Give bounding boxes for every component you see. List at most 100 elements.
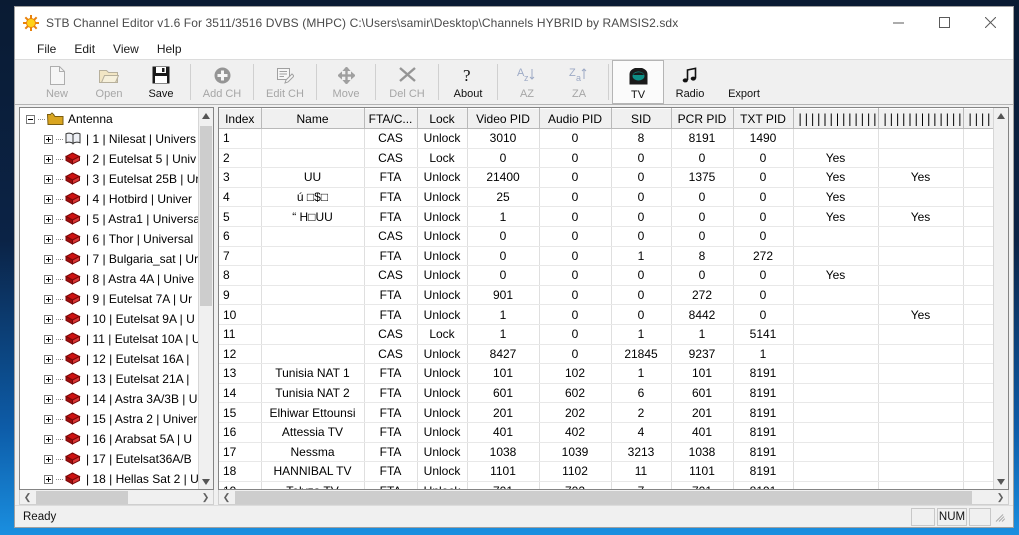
cell-pcr-pid[interactable]: 1375 xyxy=(671,167,734,188)
cell-unknown-2[interactable] xyxy=(878,461,964,482)
cell-unknown-3[interactable]: Yes xyxy=(963,304,993,325)
cell-name[interactable] xyxy=(261,148,365,169)
cell-fta-cas[interactable]: FTA xyxy=(364,304,418,325)
tree-item-satellite-9[interactable]: | 9 | Eutelsat 7A | Ur xyxy=(20,289,198,309)
cell-lock[interactable]: Unlock xyxy=(417,481,468,489)
cell-name[interactable] xyxy=(261,285,365,306)
cell-audio-pid[interactable]: 0 xyxy=(539,285,612,306)
expand-plus-icon[interactable] xyxy=(44,414,53,424)
expand-plus-icon[interactable] xyxy=(44,154,53,164)
tree-scroll-thumb[interactable] xyxy=(200,126,212,306)
column-header-unknown-3[interactable]: |||||||||||||||. xyxy=(963,108,993,129)
cell-pcr-pid[interactable]: 8442 xyxy=(671,304,734,325)
cell-unknown-2[interactable] xyxy=(878,402,964,423)
tree-item-satellite-7[interactable]: | 7 | Bulgaria_sat | Ur xyxy=(20,249,198,269)
toolbar-save-button[interactable]: Save xyxy=(135,60,187,104)
cell-unknown-1[interactable] xyxy=(793,344,879,365)
cell-unknown-3[interactable] xyxy=(963,422,993,443)
expand-plus-icon[interactable] xyxy=(44,434,53,444)
cell-video-pid[interactable]: 201 xyxy=(467,402,540,423)
table-row[interactable]: 18 HANNIBAL TV FTA Unlock 1101 1102 11 1101 8191 xyxy=(219,461,993,482)
tree-item-satellite-14[interactable]: | 14 | Astra 3A/3B | U xyxy=(20,389,198,409)
cell-unknown-3[interactable] xyxy=(963,226,993,247)
cell-unknown-3[interactable] xyxy=(963,481,993,489)
cell-video-pid[interactable]: 1 xyxy=(467,206,540,227)
table-row[interactable]: 19Telvza TVFTAUnlock70170277018191 xyxy=(219,481,993,489)
cell-unknown-2[interactable] xyxy=(878,363,964,384)
table-row[interactable]: 12 CAS Unlock 8427 0 21845 9237 1 xyxy=(219,344,993,365)
cell-sid[interactable]: 2 xyxy=(611,402,672,423)
close-icon[interactable] xyxy=(967,7,1013,38)
cell-unknown-1[interactable] xyxy=(793,402,879,423)
cell-video-pid[interactable]: 0 xyxy=(467,265,540,286)
toolbar-tv-button[interactable]: TV xyxy=(612,60,664,104)
cell-unknown-2[interactable] xyxy=(878,383,964,404)
cell-fta-cas[interactable]: FTA xyxy=(364,285,418,306)
cell-sid[interactable]: 0 xyxy=(611,206,672,227)
cell-unknown-2[interactable] xyxy=(878,442,964,463)
table-row[interactable]: 10FTAUnlock10084420YesYes xyxy=(219,304,993,325)
cell-unknown-3[interactable] xyxy=(963,402,993,423)
cell-pcr-pid[interactable]: 101 xyxy=(671,363,734,384)
cell-fta-cas[interactable]: CAS xyxy=(364,344,418,365)
cell-audio-pid[interactable]: 0 xyxy=(539,187,612,208)
menu-view[interactable]: View xyxy=(105,40,147,58)
cell-sid[interactable]: 6 xyxy=(611,383,672,404)
cell-unknown-2[interactable]: Yes xyxy=(878,206,964,227)
cell-unknown-1[interactable] xyxy=(793,363,879,384)
expand-plus-icon[interactable] xyxy=(44,194,53,204)
cell-lock[interactable]: Unlock xyxy=(417,128,468,149)
cell-audio-pid[interactable]: 0 xyxy=(539,148,612,169)
cell-unknown-2[interactable] xyxy=(878,187,964,208)
cell-audio-pid[interactable]: 1102 xyxy=(539,461,612,482)
expand-plus-icon[interactable] xyxy=(44,454,53,464)
table-row[interactable]: 6 CAS Unlock 0 0 0 0 0 xyxy=(219,226,993,247)
expand-plus-icon[interactable] xyxy=(44,174,53,184)
cell-video-pid[interactable]: 901 xyxy=(467,285,540,306)
cell-lock[interactable]: Unlock xyxy=(417,246,468,267)
cell-index[interactable]: 19 xyxy=(219,481,262,489)
cell-unknown-2[interactable] xyxy=(878,148,964,169)
toolbar-sort-az-button[interactable]: Az AZ xyxy=(501,60,553,104)
table-row[interactable]: 8CASUnlock00000YesYes xyxy=(219,265,993,286)
cell-fta-cas[interactable]: FTA xyxy=(364,422,418,443)
cell-txt-pid[interactable]: 0 xyxy=(733,226,794,247)
cell-index[interactable]: 14 xyxy=(219,383,262,404)
cell-unknown-1[interactable] xyxy=(793,481,879,489)
cell-lock[interactable]: Lock xyxy=(417,148,468,169)
column-header-pcr-pid[interactable]: PCR PID xyxy=(671,108,734,129)
column-header-txt-pid[interactable]: TXT PID xyxy=(733,108,794,129)
column-header-name[interactable]: Name xyxy=(261,108,365,129)
cell-txt-pid[interactable]: 1490 xyxy=(733,128,794,149)
cell-index[interactable]: 9 xyxy=(219,285,262,306)
cell-unknown-1[interactable] xyxy=(793,246,879,267)
cell-unknown-3[interactable] xyxy=(963,363,993,384)
cell-name[interactable]: HANNIBAL TV xyxy=(261,461,365,482)
cell-fta-cas[interactable]: FTA xyxy=(364,383,418,404)
column-header-audio-pid[interactable]: Audio PID xyxy=(539,108,612,129)
cell-index[interactable]: 5 xyxy=(219,206,262,227)
tree-hscroll-thumb[interactable] xyxy=(36,491,128,504)
cell-fta-cas[interactable]: CAS xyxy=(364,324,418,345)
tree-item-satellite-10[interactable]: | 10 | Eutelsat 9A | U xyxy=(20,309,198,329)
cell-unknown-3[interactable] xyxy=(963,246,993,267)
cell-sid[interactable]: 0 xyxy=(611,285,672,306)
tree-item-satellite-13[interactable]: | 13 | Eutelsat 21A | xyxy=(20,369,198,389)
cell-txt-pid[interactable]: 8191 xyxy=(733,481,794,489)
column-header-unknown-1[interactable]: ||||||||||||||||... xyxy=(793,108,879,129)
cell-name[interactable] xyxy=(261,304,365,325)
toolbar-del-ch-button[interactable]: Del CH xyxy=(379,60,435,104)
toolbar-edit-ch-button[interactable]: Edit CH xyxy=(257,60,313,104)
cell-index[interactable]: 1 xyxy=(219,128,262,149)
cell-txt-pid[interactable]: 8191 xyxy=(733,461,794,482)
cell-sid[interactable]: 7 xyxy=(611,481,672,489)
tree-item-satellite-4[interactable]: | 4 | Hotbird | Univer xyxy=(20,189,198,209)
expand-plus-icon[interactable] xyxy=(44,254,53,264)
resize-grip[interactable] xyxy=(995,511,1007,523)
cell-name[interactable]: Elhiwar Ettounsi xyxy=(261,402,365,423)
cell-pcr-pid[interactable]: 601 xyxy=(671,383,734,404)
cell-audio-pid[interactable]: 402 xyxy=(539,422,612,443)
expand-plus-icon[interactable] xyxy=(44,214,53,224)
table-row[interactable]: 9 FTA Unlock 901 0 0 272 0 xyxy=(219,285,993,306)
cell-txt-pid[interactable]: 8191 xyxy=(733,422,794,443)
